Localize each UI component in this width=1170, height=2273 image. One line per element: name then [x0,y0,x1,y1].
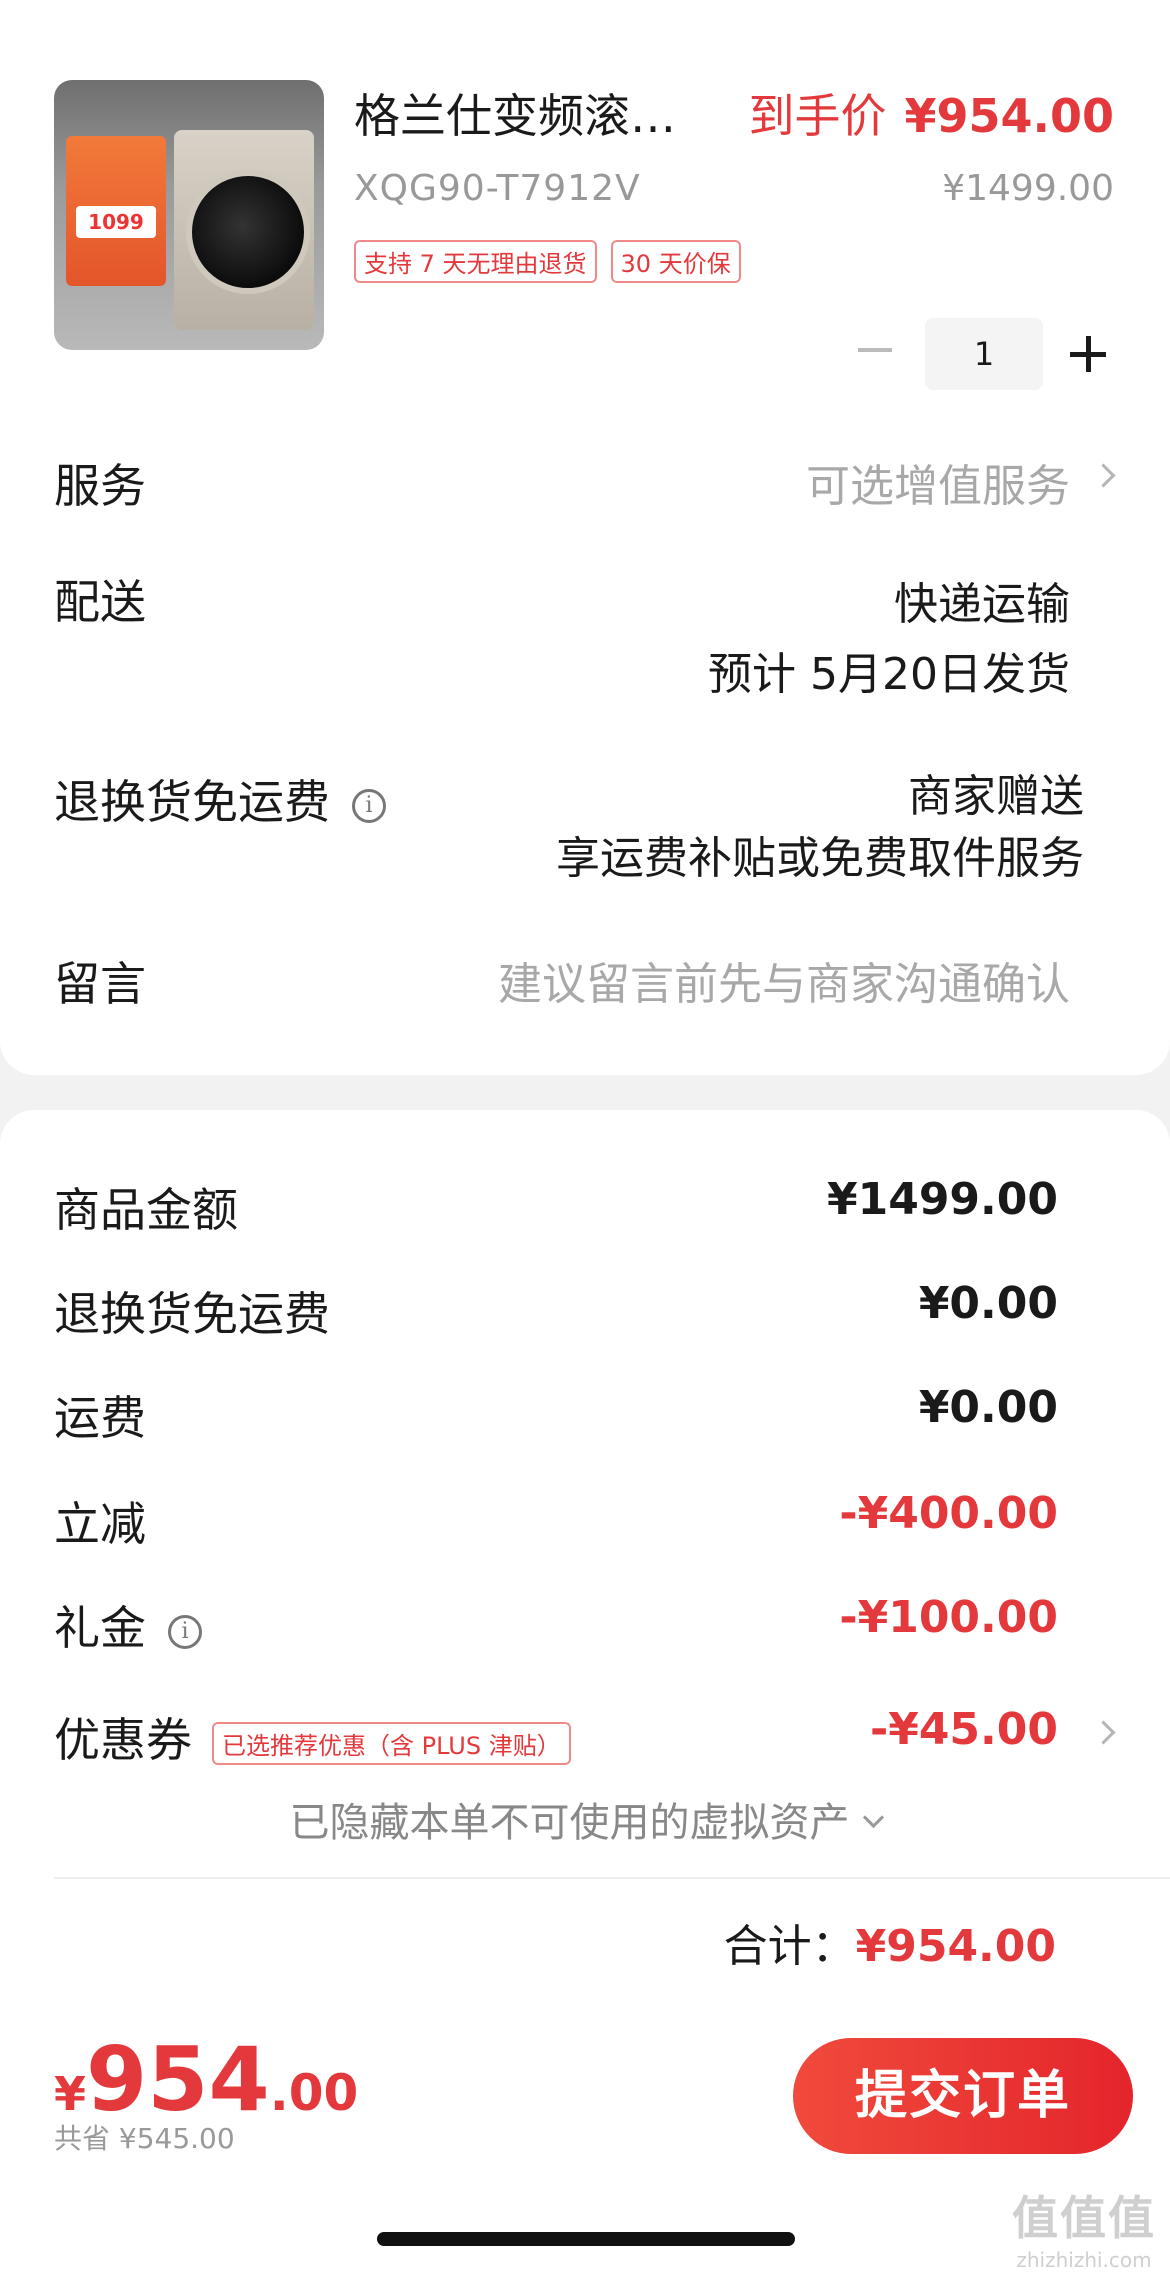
washer-door [186,170,310,294]
home-indicator[interactable] [377,2232,795,2246]
divider [54,1877,1170,1879]
product-model: XQG90-T7912V [354,168,641,209]
message-label: 留言 [54,957,146,1011]
return-shipping-desc: 享运费补贴或免费取件服务 [556,833,1084,884]
chevron-down-icon [862,1806,884,1828]
service-value[interactable]: 可选增值服务 [806,450,1070,514]
price-integer: 954 [86,2028,270,2131]
goods-amount-label: 商品金额 [54,1183,238,1237]
goods-amount-value: ¥1499.00 [826,1174,1058,1225]
quantity-value[interactable]: 1 [925,318,1043,390]
tag-return-policy: 支持 7 天无理由退货 [354,240,597,283]
total-value: ¥954.00 [855,1921,1056,1972]
product-tags: 支持 7 天无理由退货 30 天价保 [354,240,741,283]
washing-machine-image [174,130,314,330]
service-label: 服务 [54,459,146,513]
shipping-value: ¥0.00 [918,1382,1058,1433]
return-fee-value: ¥0.00 [918,1278,1058,1329]
saved-amount: 共省 ¥545.00 [54,2122,235,2155]
coupon-tag: 已选推荐优惠（含 PLUS 津贴） [212,1722,571,1765]
delivery-label: 配送 [54,575,146,629]
message-input[interactable]: 建议留言前先与商家沟通确认 [498,948,1070,1012]
coupon-label: 优惠券 [54,1713,192,1767]
shipping-label: 运费 [54,1391,146,1445]
final-price: 到手价 ¥954.00 [748,80,1114,146]
info-icon[interactable]: i [168,1614,202,1649]
quantity-stepper: 1 [850,318,1120,390]
original-price: ¥1499.00 [942,168,1114,209]
gift-money-label: 礼金 [54,1601,146,1655]
decrease-button[interactable] [858,348,892,352]
submit-order-button[interactable]: 提交订单 [793,2038,1133,2154]
price-summary-card [0,1110,1170,2020]
watermark: 值值值 zhizhizhi.com [1012,2182,1156,2272]
delivery-date: 预计 5月20日发货 [708,649,1070,700]
currency-symbol: ¥ [54,2067,87,2121]
product-thumbnail[interactable]: 1099 [54,80,324,350]
return-shipping-row: 退换货免运费 i [54,766,386,832]
gift-money-row: 礼金 i [54,1592,202,1658]
final-price-value: ¥954.00 [904,89,1114,143]
final-price-label: 到手价 [748,89,887,143]
promo-poster: 1099 [66,136,166,286]
increase-button[interactable] [1070,336,1106,372]
total-row: 合计：¥954.00 [724,1910,1056,1974]
return-shipping-label: 退换货免运费 [54,775,330,829]
hidden-assets-toggle[interactable]: 已隐藏本单不可使用的虚拟资产 [0,1790,1170,1848]
hidden-assets-text: 已隐藏本单不可使用的虚拟资产 [289,1800,850,1846]
total-label: 合计： [723,1921,856,1972]
instant-discount-value: -¥400.00 [839,1488,1058,1539]
return-shipping-provider: 商家赠送 [908,771,1084,822]
info-icon[interactable]: i [352,788,386,823]
watermark-site: zhizhizhi.com [1016,2248,1152,2272]
delivery-method[interactable]: 快递运输 [894,568,1070,632]
tag-price-protection: 30 天价保 [610,240,741,283]
product-title[interactable]: 格兰仕变频滚… [354,80,676,146]
gift-money-value: -¥100.00 [839,1592,1058,1643]
return-fee-label: 退换货免运费 [54,1287,330,1341]
coupon-value[interactable]: -¥45.00 [870,1704,1058,1755]
instant-discount-label: 立减 [54,1497,146,1551]
payable-price: ¥954.00 [54,2028,358,2131]
watermark-logo: 值值值 [1012,2191,1156,2245]
poster-price: 1099 [76,206,156,238]
coupon-row[interactable]: 优惠券 已选推荐优惠（含 PLUS 津贴） [54,1704,571,1770]
price-decimal: .00 [269,2064,359,2122]
